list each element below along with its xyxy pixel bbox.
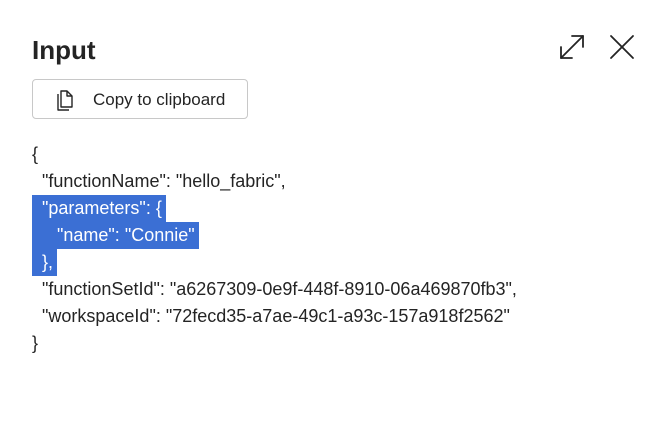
code-line-text: "name": "Connie" [32, 222, 199, 249]
code-line-text: "functionSetId": "a6267309-0e9f-448f-891… [32, 279, 517, 299]
copy-to-clipboard-button[interactable]: Copy to clipboard [32, 79, 248, 119]
code-line-text: { [32, 144, 39, 164]
expand-button[interactable] [553, 30, 591, 68]
panel-title: Input [32, 35, 96, 65]
code-line: { [32, 141, 517, 168]
expand-diagonal-icon [558, 33, 586, 66]
code-line: } [32, 330, 517, 357]
close-button[interactable] [603, 30, 641, 68]
input-panel: Input Copy to clipboard { "functionName"… [0, 0, 669, 445]
code-line-text: "parameters": { [32, 195, 166, 222]
copy-icon [53, 88, 77, 112]
close-icon [609, 34, 635, 65]
code-line-text: "workspaceId": "72fecd35-a7ae-49c1-a93c-… [32, 306, 510, 326]
code-line: "functionName": "hello_fabric", [32, 168, 517, 195]
code-line: }, [32, 249, 517, 276]
copy-button-label: Copy to clipboard [93, 90, 226, 109]
code-line-text: } [32, 333, 39, 353]
code-line-text: }, [32, 249, 58, 276]
code-line: "workspaceId": "72fecd35-a7ae-49c1-a93c-… [32, 303, 517, 330]
code-line-text: "functionName": "hello_fabric", [32, 171, 286, 191]
code-line: "parameters": { [32, 195, 517, 222]
code-line: "functionSetId": "a6267309-0e9f-448f-891… [32, 276, 517, 303]
code-line: "name": "Connie" [32, 222, 517, 249]
json-code-block[interactable]: { "functionName": "hello_fabric", "param… [32, 141, 517, 357]
